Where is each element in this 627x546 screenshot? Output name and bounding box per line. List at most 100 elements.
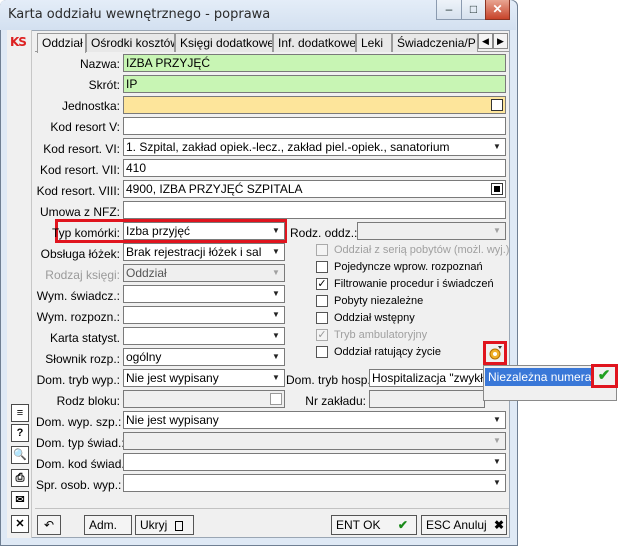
popup-item-niezalezna-numeracja[interactable]: Niezależna numeracja bbox=[485, 368, 593, 386]
spr-osob-wyp-label: Spr. osob. wyp.: bbox=[36, 478, 122, 492]
x-icon: ✖ bbox=[494, 518, 505, 532]
tab-scroll-right-icon[interactable]: ▶ bbox=[493, 33, 508, 49]
adm-button[interactable]: Adm. bbox=[84, 515, 132, 535]
checkbox-tryb-ambulatoryjny-label: Tryb ambulatoryjny bbox=[334, 329, 428, 341]
rodzaj-ksiegi-label: Rodzaj księgi: bbox=[45, 268, 120, 282]
dom-tryb-hosp-label: Dom. tryb hosp.: bbox=[286, 373, 375, 387]
dom-wyp-szp-select[interactable]: Nie jest wypisany ▼ bbox=[123, 411, 506, 429]
chevron-down-icon[interactable]: ▼ bbox=[269, 287, 283, 301]
checkbox-pojedyncze-wprow[interactable] bbox=[316, 261, 328, 273]
ok-button[interactable]: ENT OK ✔ bbox=[331, 515, 417, 535]
printer-icon[interactable]: ⎙ bbox=[11, 469, 29, 487]
tab-leki[interactable]: Leki bbox=[356, 33, 392, 52]
kod-resort-viii-input[interactable]: 4900, IZBA PRZYJĘĆ SZPITALA bbox=[123, 180, 506, 198]
dom-kod-swiad-select[interactable]: ▼ bbox=[123, 453, 506, 471]
karta-statyst-select[interactable]: ▼ bbox=[123, 327, 285, 345]
dom-tryb-hosp-select[interactable]: Hospitalizacja "zwykła" bbox=[369, 369, 485, 387]
checkbox-ratujacy-zycie[interactable] bbox=[316, 346, 328, 358]
checkbox-ratujacy-zycie-label: Oddział ratujący życie bbox=[334, 346, 441, 358]
nr-zakladu-input[interactable] bbox=[369, 390, 485, 408]
tab-scroll-left-icon[interactable]: ◀ bbox=[478, 33, 493, 49]
checkbox-seria-pobytow[interactable] bbox=[316, 244, 328, 256]
close-icon[interactable]: ✕ bbox=[11, 515, 29, 533]
checkbox-oddzial-wstepny-label: Oddział wstępny bbox=[334, 312, 415, 324]
jednostka-label: Jednostka: bbox=[61, 99, 120, 113]
kod-resort-vi-select[interactable]: 1. Szpital, zakład opiek.-lecz., zakład … bbox=[123, 138, 506, 156]
rodzaj-ksiegi-select[interactable]: Oddział ▼ bbox=[123, 264, 285, 282]
back-arrow-icon[interactable]: ↶ bbox=[37, 515, 61, 535]
tab-inf-dodatkowe[interactable]: Inf. dodatkowe bbox=[273, 33, 356, 52]
chevron-down-icon[interactable]: ▼ bbox=[269, 350, 283, 364]
wym-rozpozn-label: Wym. rozpozn.: bbox=[36, 310, 120, 324]
kod-resort-vii-input[interactable]: 410 bbox=[123, 159, 506, 177]
nazwa-label: Nazwa: bbox=[79, 57, 120, 71]
help-icon[interactable]: ? bbox=[11, 424, 29, 442]
chevron-down-icon[interactable]: ▼ bbox=[269, 245, 283, 259]
umowa-nfz-input[interactable] bbox=[123, 201, 506, 219]
dom-typ-swiad-label: Dom. typ świad.: bbox=[36, 436, 125, 450]
wym-rozpozn-select[interactable]: ▼ bbox=[123, 306, 285, 324]
slownik-rozp-select[interactable]: ogólny ▼ bbox=[123, 348, 285, 366]
rodz-bloku-picker-button[interactable] bbox=[270, 393, 282, 405]
rodz-oddz-select[interactable]: ▼ bbox=[357, 222, 506, 240]
tab-oddzial[interactable]: Oddział bbox=[37, 33, 86, 53]
umowa-nfz-label: Umowa z NFZ: bbox=[39, 205, 120, 219]
window-title: Karta oddziału wewnętrznego - poprawa bbox=[8, 7, 271, 22]
tab-swiadczenia[interactable]: Świadczenia/P bbox=[392, 33, 478, 52]
wym-swiadcz-label: Wym. świadcz.: bbox=[36, 289, 120, 303]
tab-osrodki-kosztow[interactable]: Ośrodki kosztów bbox=[86, 33, 175, 52]
chevron-down-icon[interactable]: ▼ bbox=[269, 224, 283, 238]
window-icon bbox=[174, 520, 183, 531]
cancel-button[interactable]: ESC Anuluj ✖ bbox=[421, 515, 507, 535]
typ-komorki-label: Typ komórki: bbox=[51, 226, 120, 240]
checkbox-filtrowanie[interactable]: ✓ bbox=[316, 278, 328, 290]
chevron-down-icon[interactable]: ▼ bbox=[269, 266, 283, 280]
minimize-button[interactable]: – bbox=[436, 0, 462, 20]
chevron-down-icon[interactable]: ▼ bbox=[269, 308, 283, 322]
bottom-separator bbox=[35, 508, 509, 509]
chevron-down-icon[interactable]: ▼ bbox=[490, 455, 504, 469]
close-window-button[interactable]: ✕ bbox=[485, 0, 510, 20]
skrot-label: Skrót: bbox=[88, 78, 120, 92]
checkmark-icon[interactable]: ✔ bbox=[595, 368, 613, 384]
chevron-down-icon[interactable]: ▼ bbox=[490, 476, 504, 490]
checkmark-icon: ✔ bbox=[397, 518, 408, 532]
chevron-down-icon[interactable]: ▼ bbox=[490, 434, 504, 448]
checkbox-oddzial-wstepny[interactable] bbox=[316, 312, 328, 324]
kod-resort-viii-label: Kod resort. VIII: bbox=[36, 184, 120, 198]
app-logo: KS bbox=[10, 35, 27, 49]
dom-typ-swiad-select[interactable]: ▼ bbox=[123, 432, 506, 450]
maximize-button[interactable]: □ bbox=[461, 0, 486, 20]
typ-komorki-select[interactable]: Izba przyjęć ▼ bbox=[123, 222, 285, 240]
jednostka-picker-button[interactable] bbox=[491, 99, 503, 111]
ukryj-button[interactable]: Ukryj bbox=[135, 515, 194, 535]
jednostka-input[interactable] bbox=[123, 96, 506, 114]
mail-icon[interactable]: ✉ bbox=[11, 491, 29, 509]
chevron-down-icon[interactable]: ▼ bbox=[490, 413, 504, 427]
spr-osob-wyp-select[interactable]: ▼ bbox=[123, 474, 506, 492]
checkbox-tryb-ambulatoryjny[interactable]: ✓ bbox=[316, 329, 328, 341]
nr-zakladu-label: Nr zakładu: bbox=[305, 394, 366, 408]
search-icon[interactable]: 🔍 bbox=[11, 446, 29, 464]
tab-ksiegi-dodatkowe[interactable]: Księgi dodatkowe bbox=[175, 33, 273, 52]
kod-resort-v-label: Kod resort V: bbox=[50, 120, 120, 134]
chevron-down-icon[interactable]: ▼ bbox=[490, 140, 504, 154]
options-gear-icon[interactable] bbox=[487, 345, 503, 361]
chevron-down-icon[interactable]: ▼ bbox=[490, 224, 504, 238]
dom-tryb-wyp-select[interactable]: Nie jest wypisany ▼ bbox=[123, 369, 285, 387]
nazwa-input[interactable]: IZBA PRZYJĘĆ bbox=[123, 54, 506, 72]
obsluga-lozek-label: Obsługa łóżek: bbox=[40, 247, 120, 261]
obsluga-lozek-select[interactable]: Brak rejestracji łóżek i sal ▼ bbox=[123, 243, 285, 261]
chevron-down-icon[interactable]: ▼ bbox=[269, 371, 283, 385]
dom-tryb-wyp-label: Dom. tryb wyp.: bbox=[36, 373, 120, 387]
kod-resort-v-input[interactable] bbox=[123, 117, 506, 135]
checkbox-filtrowanie-label: Filtrowanie procedur i świadczeń bbox=[334, 278, 494, 290]
chevron-down-icon[interactable]: ▼ bbox=[269, 329, 283, 343]
rodz-bloku-input[interactable] bbox=[123, 390, 285, 408]
checkbox-pobyty-niezalezne[interactable] bbox=[316, 295, 328, 307]
skrot-input[interactable]: IP bbox=[123, 75, 506, 93]
kod-resort-viii-picker-button[interactable] bbox=[491, 183, 503, 195]
wym-swiadcz-select[interactable]: ▼ bbox=[123, 285, 285, 303]
kod-resort-vii-label: Kod resort. VII: bbox=[39, 163, 120, 177]
info-icon[interactable]: ≡ bbox=[11, 404, 29, 422]
